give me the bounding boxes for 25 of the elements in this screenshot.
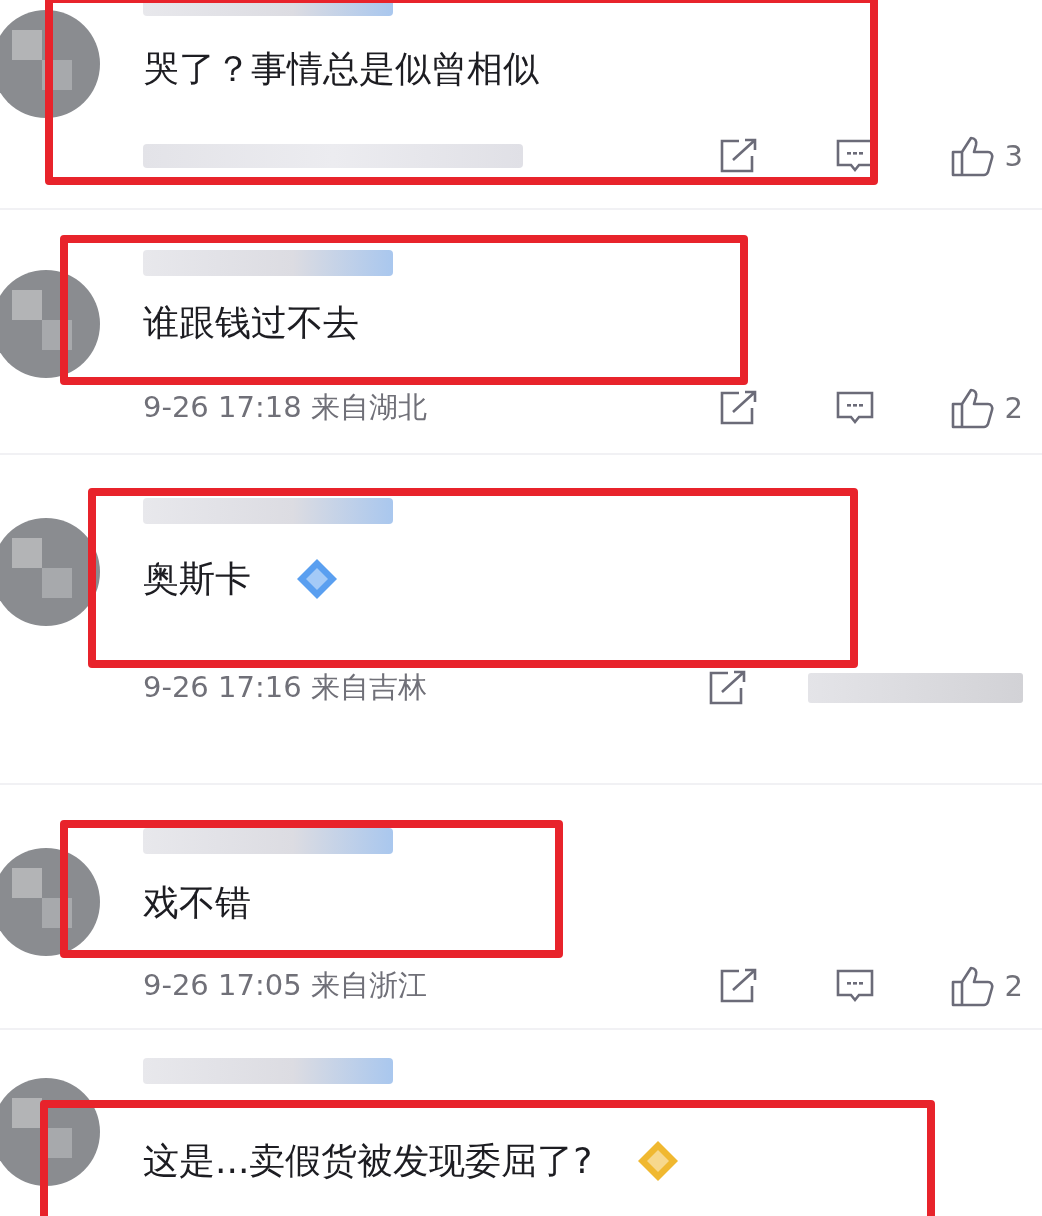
avatar[interactable] (0, 1078, 100, 1186)
like-count: 2 (1004, 391, 1023, 425)
comment-text: 奥斯卡 (143, 557, 251, 601)
share-icon[interactable] (708, 670, 748, 706)
thumbs-up-icon[interactable] (950, 387, 995, 429)
thumbs-up-icon[interactable] (950, 965, 995, 1007)
like-count: 3 (1004, 139, 1023, 173)
comment-text: 戏不错 (143, 881, 251, 925)
avatar[interactable] (0, 518, 100, 626)
share-icon[interactable] (718, 138, 759, 174)
comment-meta: 9-26 17:05 来自浙江 (143, 967, 427, 1004)
comment-text: 谁跟钱过不去 (143, 301, 359, 345)
comment-icon[interactable] (834, 968, 875, 1004)
comment-text: 这是...卖假货被发现委屈了? (143, 1139, 593, 1183)
like-count: 2 (1004, 969, 1023, 1003)
share-icon[interactable] (718, 968, 759, 1004)
avatar[interactable] (0, 270, 100, 378)
comment-meta: 9-26 17:16 来自吉林 (143, 669, 427, 706)
avatar[interactable] (0, 848, 100, 956)
thumbs-up-icon[interactable] (950, 135, 995, 177)
comment-icon[interactable] (834, 390, 875, 426)
avatar[interactable] (0, 10, 100, 118)
comment-meta: 9-26 17:18 来自湖北 (143, 389, 427, 426)
share-icon[interactable] (718, 390, 759, 426)
comment-text: 哭了？事情总是似曾相似 (143, 47, 539, 91)
